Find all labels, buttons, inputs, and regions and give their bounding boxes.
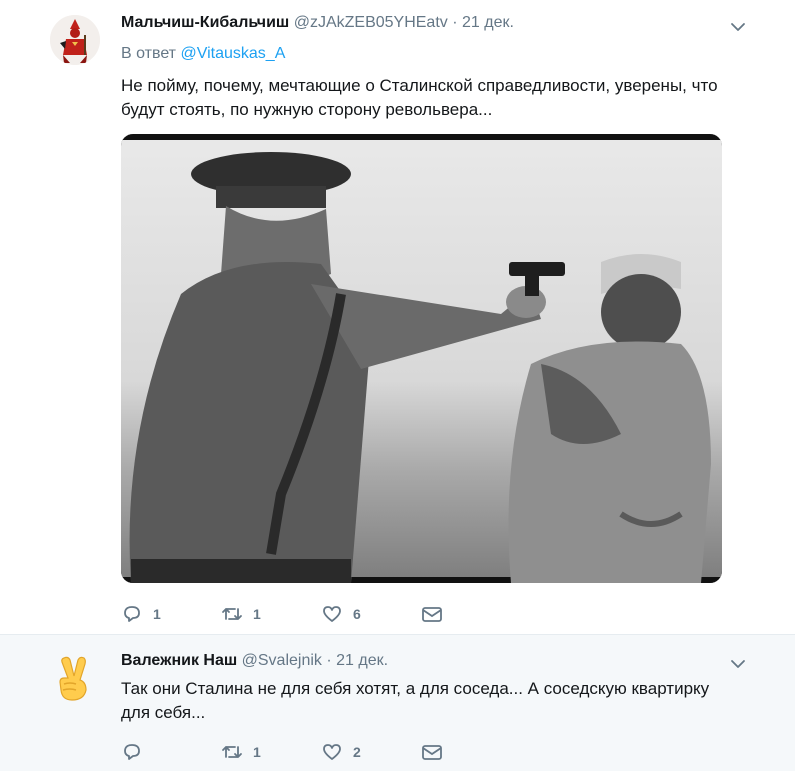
envelope-icon [422, 745, 442, 760]
tweet-actions: 1 1 6 [121, 603, 453, 625]
retweet-button[interactable]: 1 [221, 741, 321, 763]
reply-icon [124, 744, 140, 760]
heart-icon [323, 744, 341, 760]
envelope-icon [422, 607, 442, 622]
execution-photo [121, 134, 722, 583]
reply-to-link[interactable]: @Vitauskas_A [180, 45, 285, 62]
reply-count: 1 [153, 606, 161, 622]
victory-hand-icon [59, 656, 87, 701]
user-handle[interactable]: @Svalejnik [242, 652, 322, 669]
retweet-count: 1 [253, 606, 261, 622]
display-name[interactable]: Валежник Наш [121, 652, 237, 669]
tweet[interactable]: Валежник Наш @Svalejnik · 21 дек. Так он… [0, 634, 795, 771]
retweet-count: 1 [253, 744, 261, 760]
tweet-photo[interactable] [121, 134, 722, 583]
direct-message-button[interactable] [421, 603, 453, 625]
tweet-text: Так они Сталина не для себя хотят, а для… [121, 679, 710, 722]
reply-context: В ответ @Vitauskas_A [121, 45, 285, 63]
separator-dot: · [326, 652, 332, 669]
chevron-down-icon[interactable] [729, 18, 747, 36]
like-button[interactable]: 6 [321, 603, 421, 625]
retweet-icon [222, 608, 242, 620]
separator-dot: · [452, 14, 458, 31]
tweet-date[interactable]: 21 дек. [462, 14, 514, 31]
retweet-button[interactable]: 1 [221, 603, 321, 625]
red-soldier-icon [50, 15, 100, 65]
chevron-down-icon[interactable] [729, 655, 747, 673]
avatar[interactable] [50, 15, 100, 65]
display-name[interactable]: Мальчиш-Кибальчиш [121, 14, 289, 31]
reply-icon [124, 606, 140, 622]
reply-button[interactable] [121, 741, 221, 763]
user-handle[interactable]: @zJAkZEB05YHEatv [294, 14, 448, 31]
avatar[interactable] [50, 652, 100, 702]
like-count: 2 [353, 744, 361, 760]
tweet-header: Валежник Наш @Svalejnik · 21 дек. [121, 652, 388, 670]
like-count: 6 [353, 606, 361, 622]
tweet-actions: 1 2 [121, 741, 453, 763]
heart-icon [323, 606, 341, 622]
tweet[interactable]: Мальчиш-Кибальчиш @zJAkZEB05YHEatv · 21 … [0, 0, 795, 634]
reply-prefix: В ответ [121, 45, 177, 62]
reply-button[interactable]: 1 [121, 603, 221, 625]
tweet-header: Мальчиш-Кибальчиш @zJAkZEB05YHEatv · 21 … [121, 14, 514, 32]
direct-message-button[interactable] [421, 741, 453, 763]
like-button[interactable]: 2 [321, 741, 421, 763]
tweet-text: Не пойму, почему, мечтающие о Сталинской… [121, 76, 718, 119]
tweet-date[interactable]: 21 дек. [336, 652, 388, 669]
retweet-icon [222, 746, 242, 758]
